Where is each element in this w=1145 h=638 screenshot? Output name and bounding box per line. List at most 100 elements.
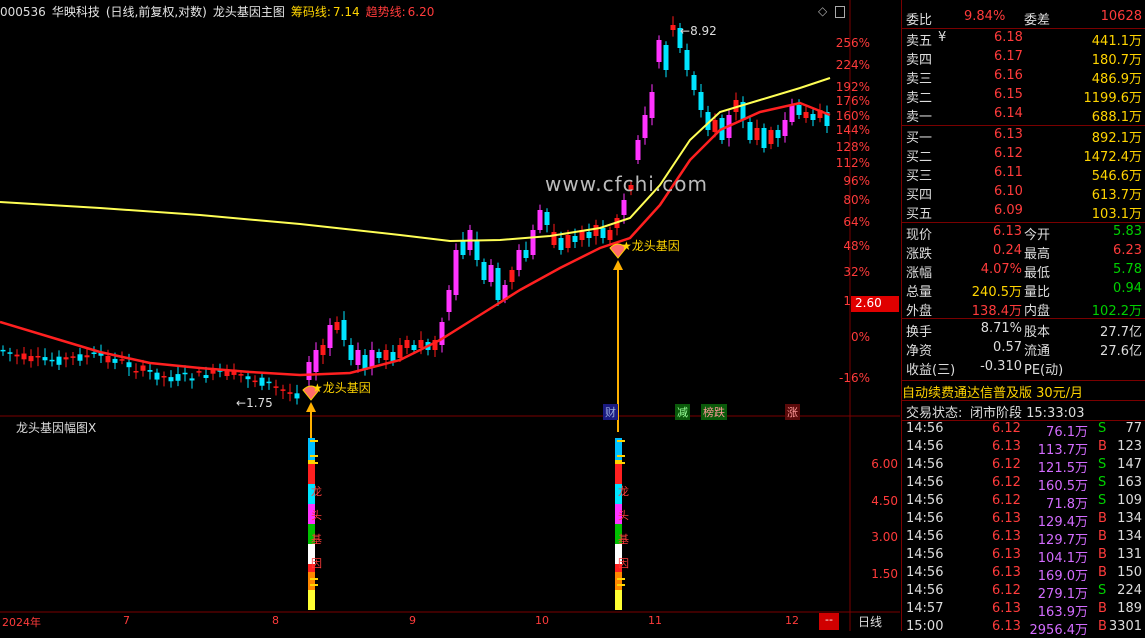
- sub-bar-tick: [617, 578, 625, 580]
- bid-row[interactable]: 买三 6.11 546.6万: [902, 165, 1145, 184]
- bid-price: 6.09: [994, 203, 1023, 218]
- tick-count: 134: [1117, 529, 1142, 544]
- candle-body: [84, 355, 90, 358]
- tick-row[interactable]: 14:56 6.12 160.5万 S 163: [902, 475, 1145, 494]
- event-marker-finance[interactable]: 财: [603, 404, 618, 420]
- ask-row[interactable]: 卖三 6.16 486.9万: [902, 68, 1145, 87]
- candle-body: [126, 362, 132, 368]
- event-marker-reduce[interactable]: 减: [675, 404, 690, 420]
- diamond-icon[interactable]: ◇: [818, 4, 827, 18]
- expand-icon[interactable]: [835, 5, 846, 18]
- sub-bar-tick: [617, 584, 625, 586]
- fund-row[interactable]: 净资 0.57 流通 27.6亿: [902, 340, 1145, 359]
- fund-label: 净资: [906, 344, 933, 359]
- candle-body: [691, 75, 697, 90]
- tick-row[interactable]: 15:00 6.13 2956.4万 B 3301: [902, 619, 1145, 638]
- tick-price: 6.13: [992, 547, 1021, 562]
- stock-name[interactable]: 华映科技: [52, 5, 100, 19]
- subchart-title[interactable]: 龙头基因幅图X: [16, 419, 96, 436]
- divider: [902, 222, 1145, 223]
- bid-label: 买四: [906, 188, 933, 203]
- tick-row[interactable]: 14:56 6.12 71.8万 S 109: [902, 493, 1145, 512]
- stat-row[interactable]: 现价 6.13 今开 5.83: [902, 224, 1145, 243]
- bid-row[interactable]: 买二 6.12 1472.4万: [902, 146, 1145, 165]
- event-marker-list-drop[interactable]: 榜跌: [701, 404, 727, 420]
- bid-row[interactable]: 买一 6.13 892.1万: [902, 127, 1145, 146]
- stat-row[interactable]: 涨跌 0.24 最高 6.23: [902, 243, 1145, 262]
- ask-row[interactable]: 卖四 6.17 180.7万: [902, 49, 1145, 68]
- candle-body: [348, 345, 354, 360]
- candle-body: [70, 356, 76, 358]
- minus-button[interactable]: --: [819, 613, 839, 630]
- stat-label: 外盘: [906, 304, 933, 319]
- indicator-name[interactable]: 龙头基因主图: [213, 5, 285, 19]
- candle-body: [481, 262, 487, 280]
- stat-label: 量比: [1024, 285, 1051, 300]
- y-axis-label: 32%: [843, 265, 870, 279]
- y-axis-label: 192%: [835, 80, 870, 94]
- tick-volume: 169.0万: [1037, 569, 1088, 584]
- candle-body: [91, 352, 97, 354]
- weibi-label: 委比: [906, 13, 933, 28]
- stat-row[interactable]: 外盘 138.4万 内盘 102.2万: [902, 300, 1145, 319]
- candle-body: [607, 230, 613, 240]
- stat-row[interactable]: 涨幅 4.07% 最低 5.78: [902, 262, 1145, 281]
- stat-value: 102.2万: [1091, 304, 1142, 319]
- stock-code[interactable]: 000536: [0, 5, 46, 19]
- fund-row[interactable]: 换手 8.71% 股本 27.7亿: [902, 321, 1145, 340]
- star-icon: ★: [621, 239, 632, 253]
- candle-body: [698, 92, 704, 110]
- kline-chart-area[interactable]: 000536 华映科技 (日线,前复权,对数) 龙头基因主图 筹码线: 7.14 趋势线: 6…: [0, 0, 900, 631]
- candle-body: [287, 392, 293, 394]
- tick-price: 6.12: [992, 421, 1021, 436]
- fund-row[interactable]: 收益(三) -0.310 PE(动): [902, 359, 1145, 378]
- kline-chart-svg[interactable]: [0, 0, 900, 631]
- tick-direction: B: [1098, 511, 1107, 526]
- ad-banner[interactable]: 自动续费通达信普及版 30元/月: [902, 382, 1145, 401]
- tick-row[interactable]: 14:56 6.13 104.1万 B 131: [902, 547, 1145, 566]
- tick-row[interactable]: 14:56 6.13 129.7万 B 134: [902, 529, 1145, 548]
- bid-row[interactable]: 买五 6.09 103.1万: [902, 203, 1145, 222]
- tick-time: 14:56: [906, 547, 944, 562]
- chart-period[interactable]: (日线,前复权,对数): [106, 5, 207, 19]
- candle-body: [77, 354, 83, 361]
- signal-label-1: ★龙头基因: [312, 379, 371, 396]
- sub-bar-tick: [310, 455, 318, 457]
- ask-row[interactable]: 卖二 6.15 1199.6万: [902, 87, 1145, 106]
- tick-row[interactable]: 14:57 6.13 163.9万 B 189: [902, 601, 1145, 620]
- tick-direction: S: [1098, 493, 1107, 508]
- fund-value: 27.7亿: [1100, 325, 1142, 340]
- tick-row[interactable]: 14:56 6.12 121.5万 S 147: [902, 457, 1145, 476]
- ask-row[interactable]: 卖五 ¥6.18 441.1万: [902, 30, 1145, 49]
- tick-direction: S: [1098, 457, 1107, 472]
- tick-row[interactable]: 14:56 6.13 113.7万 B 123: [902, 439, 1145, 458]
- stat-row[interactable]: 总量 240.5万 量比 0.94: [902, 281, 1145, 300]
- sub-y-axis-label: 3.00: [871, 530, 898, 544]
- candle-body: [28, 356, 34, 362]
- fund-value: -0.310: [980, 359, 1022, 374]
- tick-row[interactable]: 14:56 6.12 279.1万 S 224: [902, 583, 1145, 602]
- tick-price: 6.13: [992, 529, 1021, 544]
- candle-body: [453, 250, 459, 295]
- period-button[interactable]: 日线: [858, 613, 882, 630]
- tick-row[interactable]: 14:56 6.13 129.4万 B 134: [902, 511, 1145, 530]
- ask-row[interactable]: 卖一 6.14 688.1万: [902, 106, 1145, 125]
- ask-volume: 1199.6万: [1083, 91, 1143, 106]
- tick-volume: 129.7万: [1037, 533, 1088, 548]
- candle-body: [0, 349, 6, 352]
- candle-body: [56, 356, 62, 365]
- tick-row[interactable]: 14:56 6.13 169.0万 B 150: [902, 565, 1145, 584]
- x-axis-label: 11: [648, 614, 662, 627]
- tick-count: 3301: [1108, 619, 1142, 634]
- sub-bar-char: 头: [618, 509, 629, 522]
- tick-row[interactable]: 14:56 6.12 76.1万 S 77: [902, 421, 1145, 440]
- y-axis-label: 256%: [835, 36, 870, 50]
- candle-body: [642, 115, 648, 138]
- bid-row[interactable]: 买四 6.10 613.7万: [902, 184, 1145, 203]
- candle-body: [327, 325, 333, 348]
- tick-time: 15:00: [906, 619, 944, 634]
- event-marker-limit-up[interactable]: 涨: [785, 404, 800, 420]
- yuan-icon: ¥: [938, 30, 947, 45]
- candle-body: [294, 393, 300, 399]
- status-label: 交易状态:: [906, 406, 963, 421]
